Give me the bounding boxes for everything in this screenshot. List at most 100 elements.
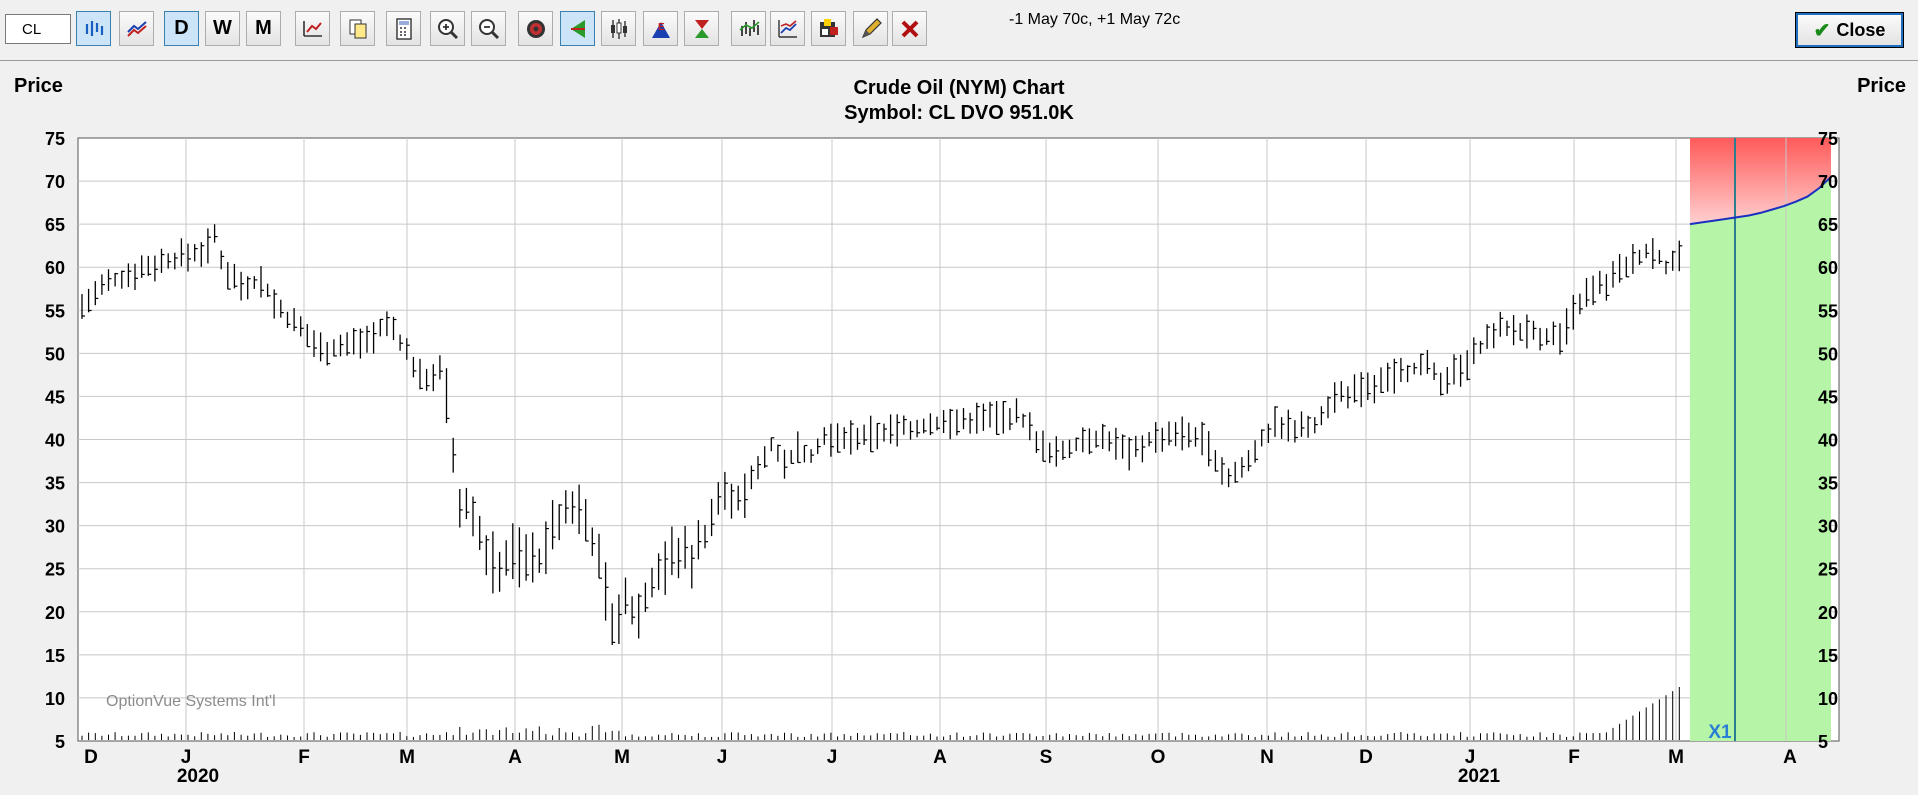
x-year-label: 2020 [177,766,219,787]
volatility-cone-button[interactable] [560,11,595,46]
zoom-in-icon [437,18,458,39]
y-tick-right: 55 [1818,301,1838,321]
color-palette-icon [819,18,838,37]
y-tick-right: 30 [1818,517,1838,537]
x-month-label: O [1151,747,1166,768]
checkmark-icon: ✔ [1813,19,1831,42]
svg-text:E: E [658,22,665,33]
color-palette-button[interactable] [811,11,846,46]
y-tick-right: 15 [1818,646,1838,666]
close-button[interactable]: ✔ Close [1795,12,1904,48]
y-tick-right: 40 [1818,431,1838,451]
zoom-in-button[interactable] [430,11,465,46]
x-month-label: F [1568,747,1580,768]
hourglass-button[interactable] [684,11,719,46]
x-month-label: J [1465,747,1476,768]
chart-title: Crude Oil (NYM) Chart [853,77,1064,99]
x-month-label: A [1783,747,1797,768]
y-tick-left: 20 [45,603,65,623]
x-month-label: J [717,747,728,768]
y-tick-left: 10 [45,689,65,709]
candlestick-icon [610,18,627,39]
draw-pencil-button[interactable] [853,11,888,46]
study-icon [777,19,797,38]
calculator-button[interactable] [386,11,421,46]
y-tick-right: 20 [1818,603,1838,623]
y-tick-left: 75 [45,129,65,149]
hourglass-icon [694,19,709,38]
x-month-label: M [1668,747,1684,768]
copy-chart-icon [349,19,366,38]
chart-subtitle: Symbol: CL DVO 951.0K [844,102,1074,124]
x-year-label: 2021 [1458,766,1501,787]
target-icon [526,19,545,38]
price-chart: X1 75 7570 7065 6560 6055 5550 5045 4540 4035 353… [0,61,1918,795]
volatility-cone-icon [570,19,585,38]
study-button[interactable] [770,11,805,46]
projection-lower-zone [1690,176,1831,742]
delete-x-button[interactable] [892,11,927,46]
y-tick-right: 75 [1818,129,1838,149]
symbol-input[interactable] [5,14,71,44]
x-month-label: J [181,747,192,768]
y-axis-title-left: Price [14,75,63,97]
candlestick-button[interactable] [601,11,636,46]
y-tick-left: 65 [45,215,65,235]
zoom-out-button[interactable] [471,11,506,46]
y-tick-left: 55 [45,301,65,321]
x-month-label: A [933,747,947,768]
event-marker-icon: E [651,21,670,38]
y-tick-left: 15 [45,646,65,666]
y-tick-right: 60 [1818,258,1838,278]
daily-button-label: D [174,17,189,39]
daily-button-button[interactable]: D [164,11,199,46]
close-button-label: Close [1836,19,1886,40]
line-chart-icon [126,20,147,37]
x-month-label: M [399,747,415,768]
indicator-icon [738,19,760,36]
watermark-text: OptionVue Systems Int'l [106,693,276,710]
weekly-button-label: W [213,17,232,39]
x-month-label: N [1260,747,1274,768]
y-tick-right: 45 [1818,387,1838,407]
y-tick-left: 35 [45,474,65,494]
draw-pencil-icon [861,17,882,38]
line-chart-button[interactable] [119,11,154,46]
calculator-icon [395,17,412,40]
y-tick-right: 5 [1818,732,1828,752]
y-tick-left: 70 [45,172,65,192]
x-month-label: M [614,747,630,768]
copy-chart-button[interactable] [340,11,375,46]
y-tick-right: 65 [1818,215,1838,235]
y-axis-title-right: Price [1857,75,1906,97]
option-position-status: -1 May 70c, +1 May 72c [1009,11,1181,28]
y-tick-right: 25 [1818,560,1838,580]
monthly-button-button[interactable]: M [246,11,281,46]
y-tick-left: 30 [45,517,65,537]
y-tick-left: 5 [55,732,65,752]
bar-chart-button[interactable] [76,11,111,46]
y-tick-left: 45 [45,387,65,407]
target-button[interactable] [518,11,553,46]
y-tick-right: 10 [1818,689,1838,709]
x-month-label: D [1359,747,1373,768]
y-tick-right: 35 [1818,474,1838,494]
chart-settings-icon [302,20,322,37]
x-month-label: J [827,747,838,768]
chart-settings-button[interactable] [295,11,330,46]
y-tick-right: 70 [1818,172,1838,192]
y-tick-left: 25 [45,560,65,580]
monthly-button-label: M [255,17,272,39]
y-tick-left: 60 [45,258,65,278]
x-month-label: D [84,747,98,768]
x-month-label: S [1040,747,1053,768]
x-month-label: A [508,747,522,768]
y-tick-left: 40 [45,431,65,451]
zoom-out-icon [478,18,499,39]
event-marker-button[interactable]: E [643,11,678,46]
y-tick-left: 50 [45,344,65,364]
weekly-button-button[interactable]: W [205,11,240,46]
bar-chart-icon [85,20,103,36]
indicator-button[interactable] [731,11,766,46]
toolbar: D W M E -1 May 70c, +1 May 72c ✔ Close [0,0,1918,62]
